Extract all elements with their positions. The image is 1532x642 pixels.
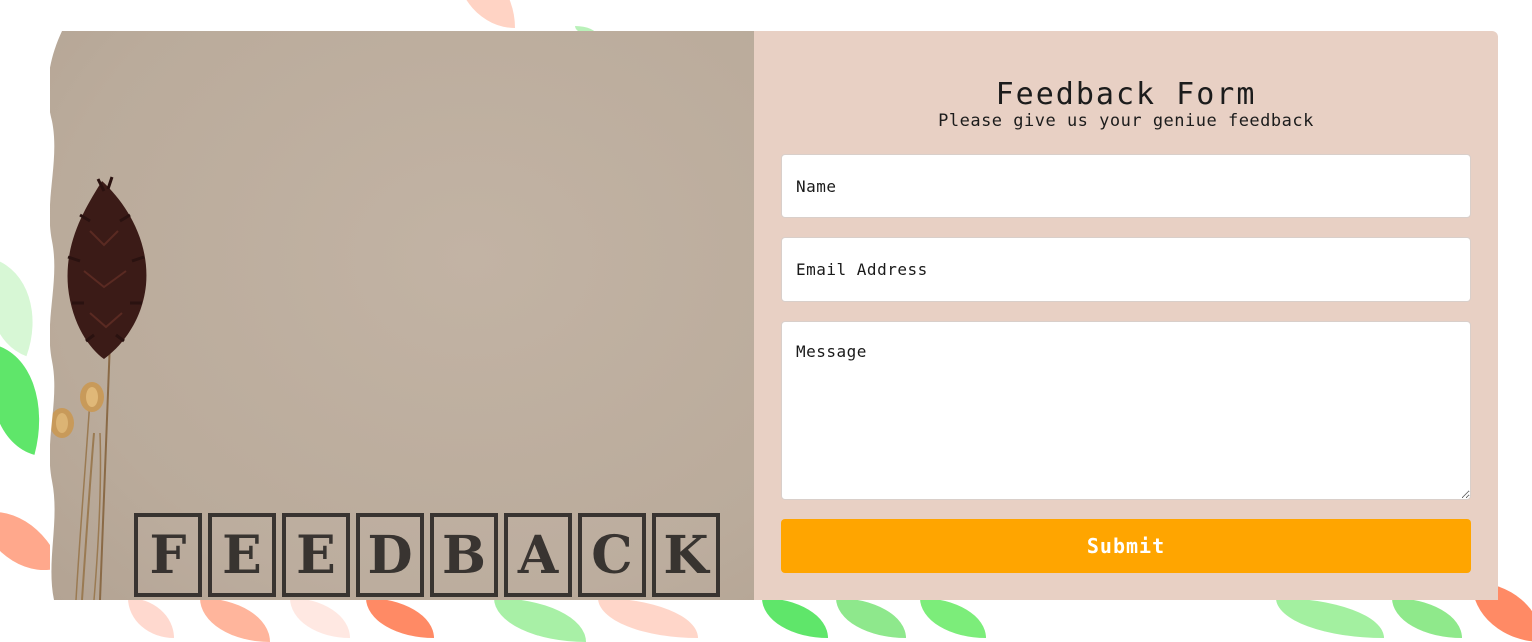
decorative-leaf	[494, 598, 586, 642]
stamp-letter: E	[282, 513, 350, 597]
decorative-leaf	[455, 0, 515, 28]
stamp-letter: A	[504, 513, 572, 597]
decorative-leaf	[920, 598, 986, 638]
decorative-leaf	[1392, 598, 1462, 638]
form-subtitle: Please give us your geniue feedback	[938, 111, 1314, 131]
feedback-card: F E E D B A C K Feedback Form Please giv…	[50, 31, 1498, 600]
stamp-letter: B	[430, 513, 498, 597]
decorative-leaf	[836, 598, 906, 638]
decorative-leaf	[598, 598, 698, 638]
stamp-letter: C	[578, 513, 646, 597]
form-title: Feedback Form	[995, 77, 1257, 113]
stamp-letter: K	[652, 513, 720, 597]
decorative-leaf	[0, 259, 54, 357]
decorative-leaf	[128, 598, 174, 638]
decorative-leaf	[1276, 598, 1384, 638]
message-textarea[interactable]	[781, 321, 1471, 500]
feedback-stamp-word: F E E D B A C K	[134, 513, 720, 597]
stamp-letter: E	[208, 513, 276, 597]
feedback-form: Feedback Form Please give us your geniue…	[754, 31, 1498, 600]
name-input[interactable]	[781, 154, 1471, 218]
stamp-letter: D	[356, 513, 424, 597]
decorative-leaf	[366, 598, 434, 638]
decorative-leaf	[762, 598, 828, 638]
submit-button[interactable]: Submit	[781, 519, 1471, 573]
email-input[interactable]	[781, 237, 1471, 302]
feedback-photo: F E E D B A C K	[50, 31, 754, 600]
decorative-leaf	[290, 598, 350, 638]
decorative-leaf	[200, 598, 270, 642]
stamp-letter: F	[134, 513, 202, 597]
wavy-edge-decoration	[50, 31, 62, 600]
